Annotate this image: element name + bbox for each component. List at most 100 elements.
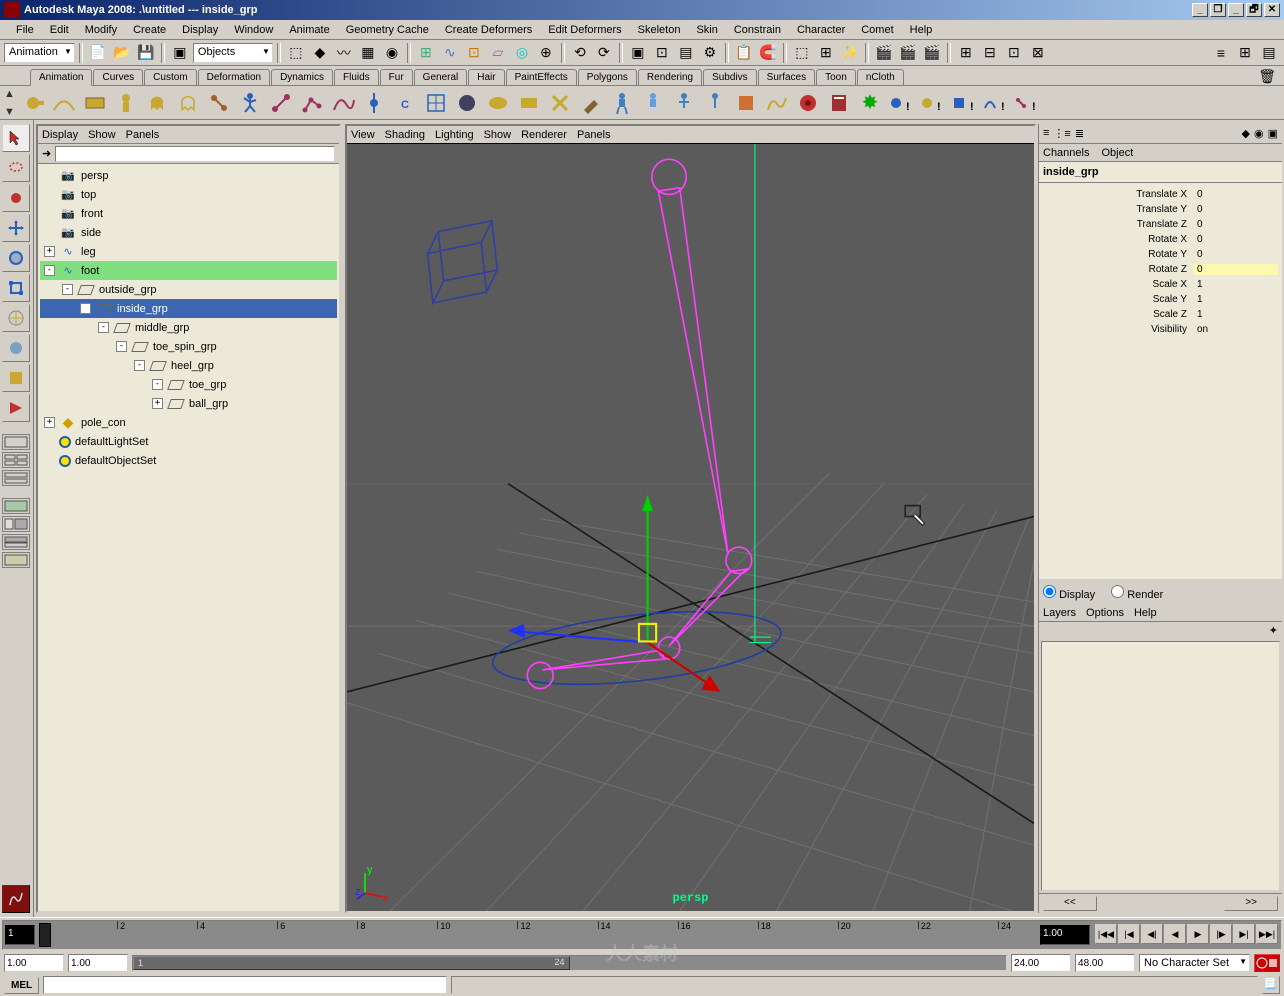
- expander-icon[interactable]: -: [134, 360, 145, 371]
- attr-label-rotate-z[interactable]: Rotate Z: [1043, 264, 1193, 275]
- scale-tool-button[interactable]: [2, 274, 30, 302]
- attr-label-rotate-y[interactable]: Rotate Y: [1043, 249, 1193, 260]
- layer-scroll-left[interactable]: <<: [1043, 896, 1097, 911]
- viewport-menu-shading[interactable]: Shading: [385, 129, 425, 141]
- menu-edit[interactable]: Edit: [42, 22, 77, 38]
- menu-character[interactable]: Character: [789, 22, 853, 38]
- paint-select-tool-button[interactable]: [2, 184, 30, 212]
- layout2-icon[interactable]: ⊟: [979, 42, 1001, 64]
- selection-mode-dropdown[interactable]: Objects: [193, 43, 273, 63]
- snap-live-icon[interactable]: ◎: [511, 42, 533, 64]
- layout-two-h-button[interactable]: [2, 470, 30, 486]
- outliner-item-middle_grp[interactable]: -middle_grp: [40, 318, 337, 337]
- shelf-smooth-bind-icon[interactable]: [483, 88, 513, 118]
- shelf-excl5-icon[interactable]: !: [1010, 88, 1040, 118]
- move-tool-button[interactable]: [2, 214, 30, 242]
- menu-geometry-cache[interactable]: Geometry Cache: [338, 22, 437, 38]
- outliner-item-toe_grp[interactable]: -toe_grp: [40, 375, 337, 394]
- playback-button-3[interactable]: ◀: [1164, 924, 1186, 944]
- playback-button-2[interactable]: ◀|: [1141, 924, 1163, 944]
- select-curve-icon[interactable]: 〰: [333, 42, 355, 64]
- cb-icon2[interactable]: ⋮≡: [1053, 127, 1070, 140]
- expander-icon[interactable]: +: [152, 398, 163, 409]
- shelf-graph-icon[interactable]: [762, 88, 792, 118]
- shelf-excl2-icon[interactable]: !: [917, 88, 947, 118]
- outliner-tree[interactable]: +📷persp+📷top+📷front+📷side+∿leg-∿foot-out…: [38, 164, 339, 911]
- minimize-button[interactable]: _: [1192, 3, 1208, 17]
- tool-settings-toggle-icon[interactable]: ⊞: [1234, 42, 1256, 64]
- range-inner-start-field[interactable]: [68, 954, 128, 972]
- layer-menu-help[interactable]: Help: [1134, 607, 1157, 619]
- expander-icon[interactable]: -: [44, 265, 55, 276]
- shelf-motion-path-icon[interactable]: [204, 88, 234, 118]
- snap-grid-icon[interactable]: ⊞: [415, 42, 437, 64]
- soft-mod-tool-button[interactable]: [2, 334, 30, 362]
- cb-icon5[interactable]: ◉: [1254, 127, 1264, 140]
- rotate-tool-button[interactable]: [2, 244, 30, 272]
- clapboard2-icon[interactable]: 🎬: [897, 42, 919, 64]
- expander-icon[interactable]: +: [44, 417, 55, 428]
- range-end-field[interactable]: [1075, 954, 1135, 972]
- outliner-item-leg[interactable]: +∿leg: [40, 242, 337, 261]
- attr-label-translate-z[interactable]: Translate Z: [1043, 219, 1193, 230]
- shelf-lattice-icon[interactable]: [421, 88, 451, 118]
- shelf-rigid-bind-icon[interactable]: [514, 88, 544, 118]
- open-scene-button[interactable]: 📂: [111, 42, 133, 64]
- menu-file[interactable]: File: [8, 22, 42, 38]
- shelf-ik-spline-icon[interactable]: [328, 88, 358, 118]
- layer-menu-options[interactable]: Options: [1086, 607, 1124, 619]
- outliner-item-outside_grp[interactable]: -outside_grp: [40, 280, 337, 299]
- select-surface-icon[interactable]: ▦: [357, 42, 379, 64]
- restore2-button[interactable]: 🗗: [1246, 3, 1262, 17]
- shelf-green-star-icon[interactable]: ✸: [855, 88, 885, 118]
- script-editor-button[interactable]: 📃: [1262, 976, 1280, 994]
- clapboard1-icon[interactable]: 🎬: [873, 42, 895, 64]
- playback-button-1[interactable]: |◀: [1118, 924, 1140, 944]
- attr-label-scale-z[interactable]: Scale Z: [1043, 309, 1193, 320]
- layout-hyper-button[interactable]: [2, 552, 30, 568]
- module-selector[interactable]: Animation: [4, 43, 75, 63]
- display-layer-radio[interactable]: Display: [1043, 585, 1095, 601]
- selection-mask-button[interactable]: ▣: [169, 42, 191, 64]
- channels-tab[interactable]: Channels: [1043, 147, 1089, 159]
- attr-value-translate-z[interactable]: 0: [1193, 219, 1278, 230]
- shelf-tangent-icon[interactable]: [49, 88, 79, 118]
- quick-select-icon[interactable]: ⊞: [815, 42, 837, 64]
- layout3-icon[interactable]: ⊡: [1003, 42, 1025, 64]
- shelf-tab-painteffects[interactable]: PaintEffects: [506, 69, 577, 85]
- attr-value-translate-y[interactable]: 0: [1193, 204, 1278, 215]
- snap-curve-icon[interactable]: ∿: [439, 42, 461, 64]
- shelf-tab-toon[interactable]: Toon: [816, 69, 856, 85]
- cb-icon1[interactable]: ≡: [1043, 127, 1049, 140]
- highlight-icon[interactable]: ✨: [839, 42, 861, 64]
- layout-four-button[interactable]: [2, 452, 30, 468]
- shelf-detach-skin-icon[interactable]: [545, 88, 575, 118]
- outliner-item-persp[interactable]: +📷persp: [40, 166, 337, 185]
- shelf-excl3-icon[interactable]: !: [948, 88, 978, 118]
- manip-tool-button[interactable]: [2, 304, 30, 332]
- shelf-tab-fur[interactable]: Fur: [380, 69, 413, 85]
- shelf-nav-arrows[interactable]: ▲▼: [4, 88, 18, 118]
- shelf-tab-animation[interactable]: Animation: [30, 69, 92, 86]
- shelf-tab-polygons[interactable]: Polygons: [578, 69, 637, 85]
- menu-skeleton[interactable]: Skeleton: [630, 22, 689, 38]
- channel-object-name[interactable]: inside_grp: [1039, 162, 1282, 183]
- channel-box-toggle-icon[interactable]: ≡: [1210, 42, 1232, 64]
- outliner-item-ball_grp[interactable]: +ball_grp: [40, 394, 337, 413]
- outliner-item-pole_con[interactable]: +◆pole_con: [40, 413, 337, 432]
- attr-value-rotate-y[interactable]: 0: [1193, 249, 1278, 260]
- outliner-search-input[interactable]: [55, 146, 335, 162]
- command-input[interactable]: [43, 976, 447, 994]
- shelf-body1-icon[interactable]: [607, 88, 637, 118]
- menu-edit-deformers[interactable]: Edit Deformers: [540, 22, 629, 38]
- layout1-icon[interactable]: ⊞: [955, 42, 977, 64]
- new-scene-button[interactable]: 📄: [87, 42, 109, 64]
- attr-label-rotate-x[interactable]: Rotate X: [1043, 234, 1193, 245]
- attr-value-rotate-z[interactable]: 0: [1193, 264, 1278, 275]
- save-scene-button[interactable]: 💾: [135, 42, 157, 64]
- layout-persp-button[interactable]: [2, 498, 30, 514]
- outliner-item-side[interactable]: +📷side: [40, 223, 337, 242]
- attr-value-visibility[interactable]: on: [1193, 324, 1278, 335]
- range-track[interactable]: 1 24: [132, 955, 1007, 971]
- shelf-body2-icon[interactable]: [638, 88, 668, 118]
